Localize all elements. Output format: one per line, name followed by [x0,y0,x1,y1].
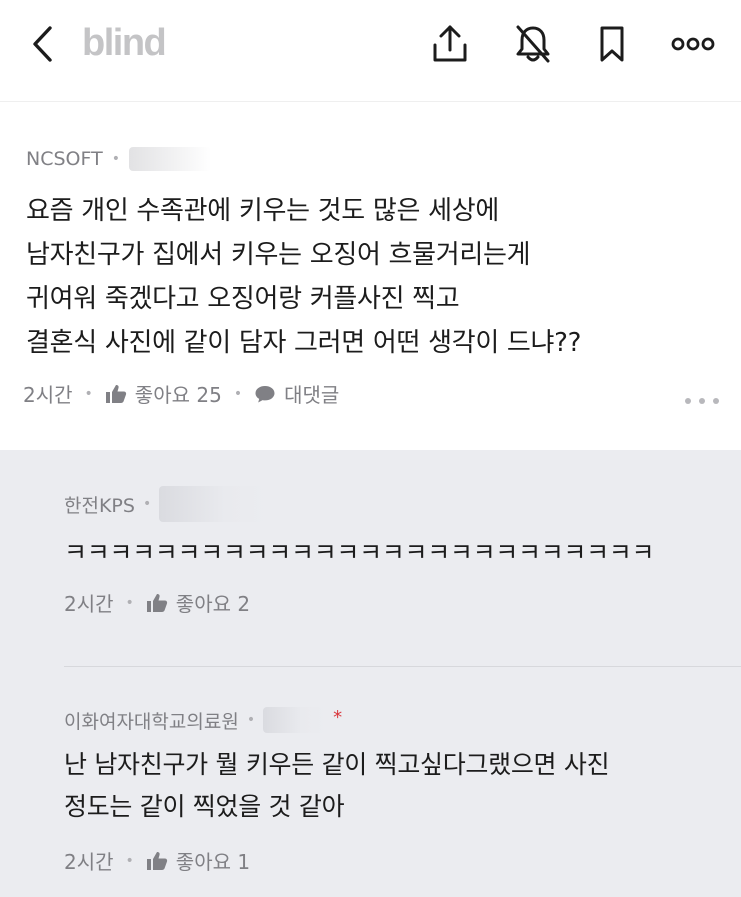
separator-dot: • [142,496,152,512]
post-body: 요즘 개인 수족관에 키우는 것도 많은 세상에 남자친구가 집에서 키우는 오… [26,189,726,365]
post-likes[interactable]: 좋아요 25 [135,379,222,408]
separator-dot: • [125,852,134,869]
bookmark-icon [600,26,624,62]
post-more-button[interactable] [685,393,719,409]
reply-button[interactable]: 대댓글 [284,379,339,408]
share-button[interactable] [427,21,473,67]
redacted-nickname [263,707,328,733]
comment-line: 정도는 같이 찍었을 것 같아 [64,792,345,821]
post-line: 요즘 개인 수족관에 키우는 것도 많은 세상에 [26,196,499,226]
post-time: 2시간 [23,383,73,407]
comment-likes[interactable]: 좋아요 2 [176,588,250,617]
comment-time: 2시간 [64,592,114,616]
more-horizontal-icon [671,37,715,51]
dot-icon [713,398,719,404]
post-line: 결혼식 사진에 같이 담자 그러면 어떤 생각이 드냐?? [26,328,582,358]
comment-meta: 이화여자대학교의료원 • * [64,702,741,738]
more-button[interactable] [670,21,716,67]
thumbs-up-icon[interactable] [105,384,127,404]
comment: 한전KPS • ㅋㅋㅋㅋㅋㅋㅋㅋㅋㅋㅋㅋㅋㅋㅋㅋㅋㅋㅋㅋㅋㅋㅋㅋㅋㅋ 2시간 •… [64,480,741,617]
comment-list: 한전KPS • ㅋㅋㅋㅋㅋㅋㅋㅋㅋㅋㅋㅋㅋㅋㅋㅋㅋㅋㅋㅋㅋㅋㅋㅋㅋㅋ 2시간 •… [0,450,741,897]
comment-company[interactable]: 한전KPS [64,491,135,518]
top-bar: blind [0,0,741,102]
dot-icon [699,398,705,404]
chevron-left-icon [33,26,52,62]
post: NCSOFT • 요즘 개인 수족관에 키우는 것도 많은 세상에 남자친구가 … [0,103,741,450]
post-stats: 2시간 • 좋아요 25 • 대댓글 [23,379,339,408]
bell-off-icon [516,25,550,63]
thumbs-up-icon[interactable] [146,593,168,613]
post-line: 남자친구가 집에서 키우는 오징어 흐물거리는게 [26,240,531,270]
comment-stats: 2시간 • 좋아요 2 [64,588,741,617]
bookmark-button[interactable] [589,21,635,67]
share-icon [433,25,467,62]
separator-dot: • [246,712,256,728]
separator-dot: • [233,385,243,402]
back-button[interactable] [22,22,62,66]
comment-stats: 2시간 • 좋아요 1 [64,846,741,875]
post-meta: NCSOFT • [26,147,211,171]
author-marker: * [333,706,343,728]
redacted-nickname [128,147,211,171]
comment-time: 2시간 [64,850,114,874]
dot-icon [685,398,691,404]
notification-off-button[interactable] [510,21,556,67]
comment-company[interactable]: 이화여자대학교의료원 [64,707,239,734]
speech-bubble-icon[interactable] [254,384,276,404]
comment: 이화여자대학교의료원 • * 난 남자친구가 뭘 키우든 같이 찍고싶다그랬으면… [64,702,741,875]
comment-text: ㅋㅋㅋㅋㅋㅋㅋㅋㅋㅋㅋㅋㅋㅋㅋㅋㅋㅋㅋㅋㅋㅋㅋㅋㅋㅋ [64,538,655,567]
redacted-nickname [159,486,270,522]
separator-dot: • [111,151,120,167]
comment-meta: 한전KPS • [64,480,741,528]
separator-dot: • [125,594,134,611]
app-logo: blind [82,22,167,64]
comment-line: 난 남자친구가 뭘 키우든 같이 찍고싶다그랬으면 사진 [64,750,610,779]
separator-dot: • [84,385,93,402]
post-company[interactable]: NCSOFT [26,148,103,170]
comment-divider [64,666,741,667]
comment-text: 난 남자친구가 뭘 키우든 같이 찍고싶다그랬으면 사진 정도는 같이 찍었을 … [64,744,741,828]
comment-likes[interactable]: 좋아요 1 [176,846,250,875]
thumbs-up-icon[interactable] [146,851,168,871]
post-line: 귀여워 죽겠다고 오징어랑 커플사진 찍고 [26,284,460,314]
